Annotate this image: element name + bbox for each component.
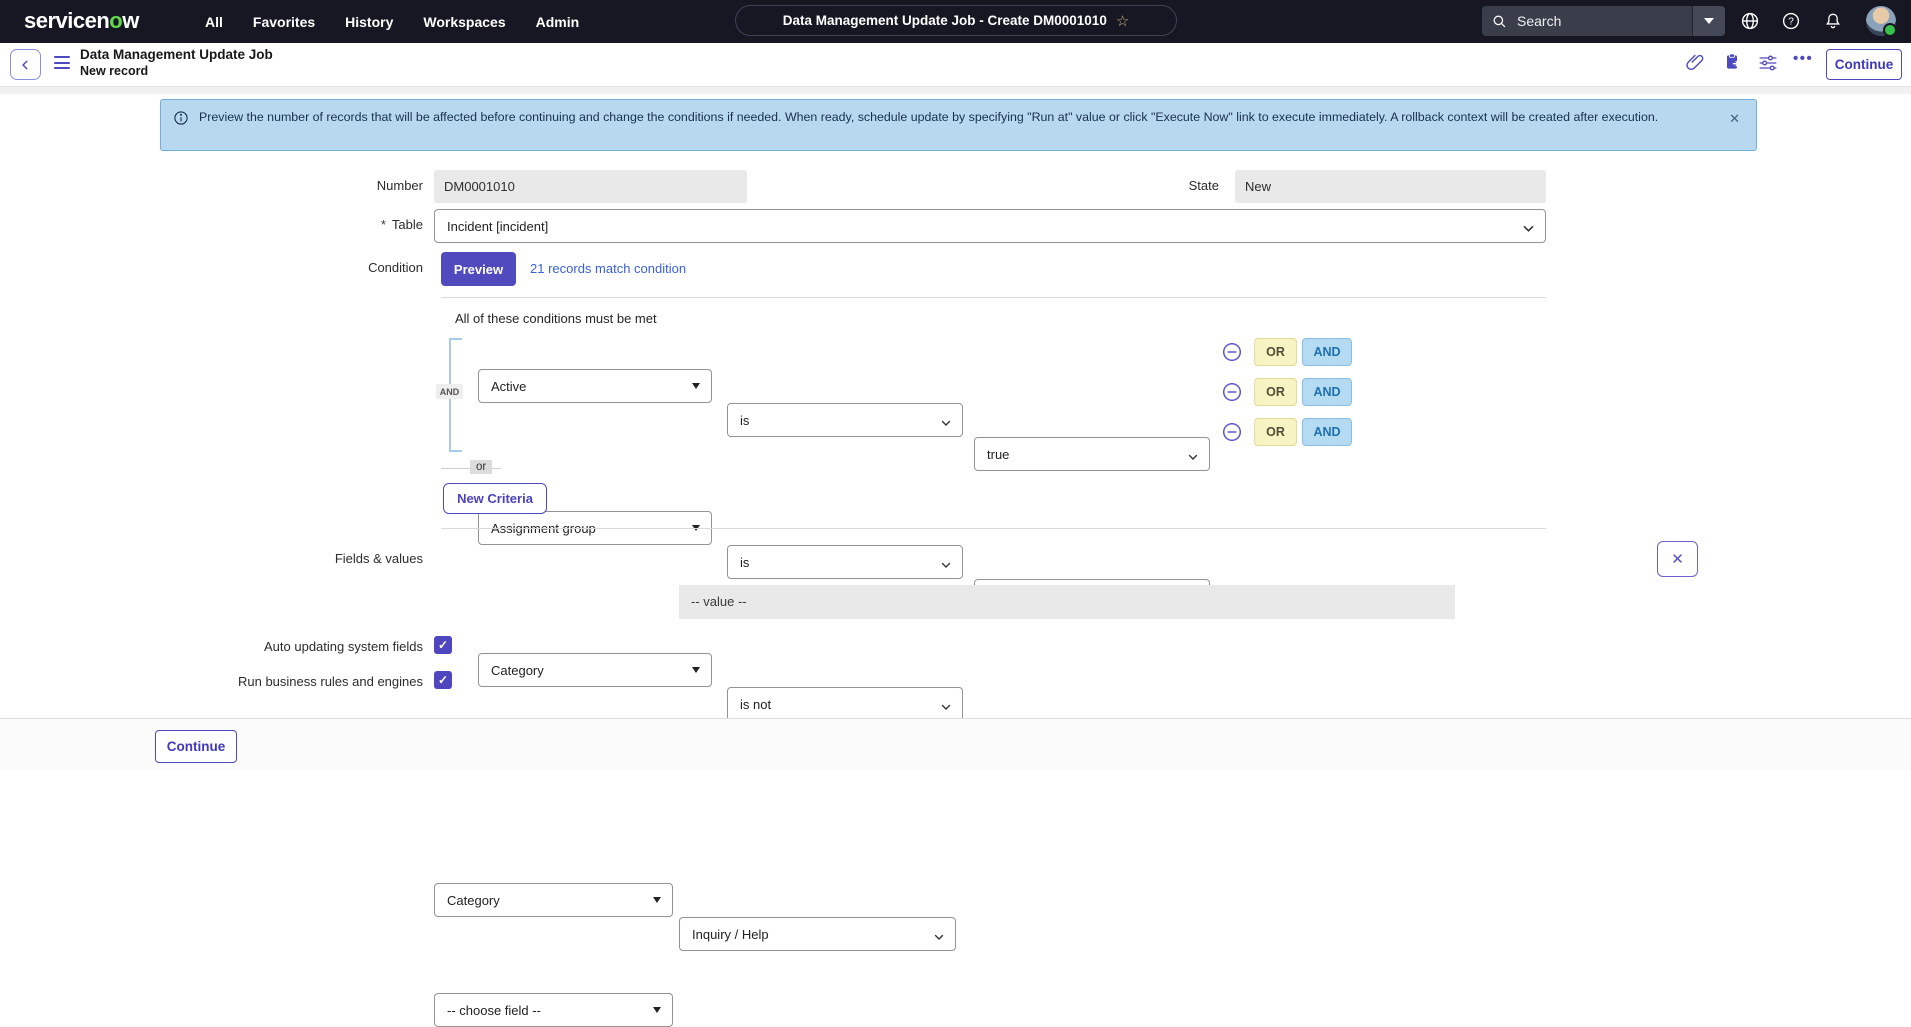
nav-item-workspaces[interactable]: Workspaces [423,14,505,30]
nav-menu: All Favorites History Workspaces Admin [205,0,579,43]
search-scope-caret[interactable] [1692,6,1725,36]
condition-label: Condition [368,260,423,275]
nav-item-history[interactable]: History [345,14,393,30]
delete-field-row-button[interactable]: ✕ [1657,541,1698,577]
state-field[interactable]: New [1235,170,1546,203]
chevron-down-icon [941,414,951,429]
number-label: Number [376,178,423,193]
divider [441,297,1546,298]
chevron-down-icon [941,698,951,713]
new-criteria-button[interactable]: New Criteria [443,483,547,514]
favorite-star-icon[interactable]: ☆ [1116,12,1129,30]
chevron-down-icon [1523,220,1534,235]
or-button[interactable]: OR [1254,338,1297,366]
header-divider-band [0,87,1911,94]
auto-updating-checkbox[interactable] [434,636,452,654]
condition-operator-select[interactable]: is [727,403,963,437]
table-select[interactable]: Incident [incident] [434,209,1546,243]
choose-field-select[interactable]: -- choose field -- [434,993,673,1027]
user-avatar[interactable] [1866,6,1897,37]
nav-item-admin[interactable]: Admin [536,14,580,30]
chevron-down-icon [941,556,951,571]
or-divider-badge: or [470,460,493,474]
templates-clipboard-icon[interactable] [1722,52,1742,77]
dropdown-triangle-icon [653,1007,661,1017]
state-label: State [1188,178,1219,193]
value-placeholder-field: -- value -- [679,585,1455,619]
back-button[interactable] [10,49,41,80]
info-banner: Preview the number of records that will … [160,99,1757,151]
servicenow-logo[interactable]: servicenow [24,8,139,34]
condition-value-select[interactable]: true [974,437,1210,471]
mandatory-asterisk-icon: * [380,217,386,232]
or-button[interactable]: OR [1254,418,1297,446]
attachment-paperclip-icon[interactable] [1685,52,1705,77]
pill-title: Data Management Update Job - Create DM00… [782,13,1107,28]
nav-item-all[interactable]: All [205,14,223,30]
help-icon[interactable]: ? [1781,11,1801,31]
condition-operator-select[interactable]: is [727,545,963,579]
search-icon [1482,14,1515,29]
record-header-toolbar [0,43,1911,87]
remove-condition-icon[interactable] [1222,382,1242,407]
form-footer [0,718,1911,770]
condition-group-header: All of these conditions must be met [455,311,657,326]
continue-button-footer[interactable]: Continue [155,730,237,763]
more-actions-icon[interactable]: ••• [1793,50,1813,67]
personalize-sliders-icon[interactable] [1758,54,1778,77]
record-title-block: Data Management Update Job New record [80,46,273,80]
condition-bracket-stub-top [449,338,462,340]
condition-field-select[interactable]: Active [478,369,712,403]
chevron-down-icon [934,928,944,943]
fields-values-label: Fields & values [334,551,423,566]
page-title: Data Management Update Job [80,47,273,62]
fields-values-field-select[interactable]: Category [434,883,673,917]
banner-text: Preview the number of records that will … [199,110,1659,124]
remove-condition-icon[interactable] [1222,422,1242,447]
continue-button-header[interactable]: Continue [1826,49,1902,80]
auto-updating-label: Auto updating system fields [264,639,423,654]
banner-close-icon[interactable]: ✕ [1729,109,1740,129]
and-button[interactable]: AND [1302,418,1352,446]
condition-field-select[interactable]: Category [478,653,712,687]
run-business-rules-checkbox[interactable] [434,671,452,689]
svg-text:?: ? [1788,17,1794,28]
preview-button[interactable]: Preview [441,252,516,286]
condition-bracket-stub-bottom [449,450,462,452]
current-record-pill[interactable]: Data Management Update Job - Create DM00… [735,5,1177,36]
records-match-link[interactable]: 21 records match condition [530,261,686,276]
divider [441,528,1546,529]
or-button[interactable]: OR [1254,378,1297,406]
globe-icon[interactable] [1740,11,1760,31]
condition-joiner-badge: AND [436,384,463,399]
global-search[interactable] [1482,6,1725,36]
dropdown-triangle-icon [692,383,700,393]
nav-item-favorites[interactable]: Favorites [253,14,315,30]
condition-operator-select[interactable]: is not [727,687,963,721]
number-field[interactable]: DM0001010 [434,170,747,203]
chevron-left-icon [21,59,28,70]
run-business-rules-label: Run business rules and engines [237,674,423,689]
notifications-bell-icon[interactable] [1823,11,1843,31]
logo-green-o: o [109,8,123,33]
and-button[interactable]: AND [1302,338,1352,366]
table-label: * Table [380,217,423,232]
info-icon [173,110,189,132]
context-menu-icon[interactable] [54,56,70,73]
dropdown-triangle-icon [692,525,700,535]
page-subtitle: New record [80,64,149,78]
chevron-down-icon [1704,18,1714,29]
and-button[interactable]: AND [1302,378,1352,406]
search-input[interactable] [1515,12,1692,30]
dropdown-triangle-icon [653,897,661,907]
dropdown-triangle-icon [692,667,700,677]
presence-status-dot [1883,23,1897,37]
chevron-down-icon [1188,448,1198,463]
top-nav: servicenow All Favorites History Workspa… [0,0,1911,43]
fields-values-value-select[interactable]: Inquiry / Help [679,917,956,951]
remove-condition-icon[interactable] [1222,342,1242,367]
